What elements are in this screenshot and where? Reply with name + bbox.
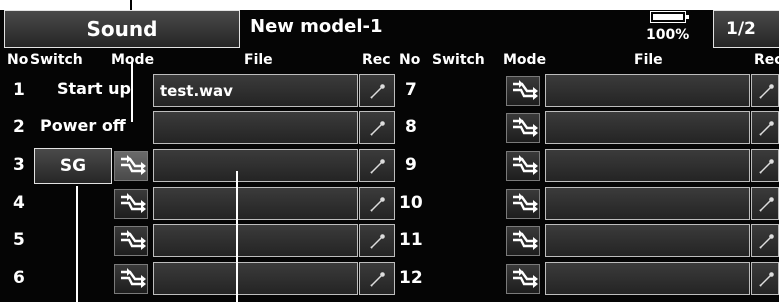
col-switch-right: Switch xyxy=(432,52,485,68)
microphone-icon xyxy=(758,82,776,104)
record-button[interactable] xyxy=(359,224,395,257)
battery-icon xyxy=(650,11,689,23)
microphone-icon xyxy=(369,82,387,104)
screen-title-button[interactable]: Sound xyxy=(4,10,240,48)
file-field[interactable] xyxy=(545,149,750,182)
file-field[interactable] xyxy=(545,262,750,295)
row-number: 2 xyxy=(13,117,25,137)
mode-arrows-icon[interactable] xyxy=(114,264,148,294)
record-button[interactable] xyxy=(359,74,395,107)
col-rec-left: Rec xyxy=(362,52,391,68)
record-button[interactable] xyxy=(359,262,395,295)
mode-arrows-icon[interactable] xyxy=(506,226,540,256)
mode-arrows-icon[interactable] xyxy=(506,189,540,219)
screen-title: Sound xyxy=(86,17,158,41)
switch-label: Power off xyxy=(40,116,126,135)
battery-percent: 100% xyxy=(646,27,690,43)
row-number: 1 xyxy=(13,80,25,100)
file-field[interactable] xyxy=(545,187,750,220)
row-number: 11 xyxy=(399,230,423,250)
switch-select-button[interactable]: SG xyxy=(34,148,112,184)
microphone-icon xyxy=(758,270,776,292)
microphone-icon xyxy=(369,195,387,217)
callout-line-file xyxy=(236,171,238,302)
microphone-icon xyxy=(758,119,776,141)
mode-arrows-icon[interactable] xyxy=(114,151,148,181)
battery-fill xyxy=(653,14,683,20)
record-button[interactable] xyxy=(359,149,395,182)
record-button[interactable] xyxy=(359,111,395,144)
file-field[interactable] xyxy=(545,224,750,257)
col-file-left: File xyxy=(244,52,273,68)
col-no-right: No xyxy=(399,52,421,68)
record-button[interactable] xyxy=(751,111,779,144)
file-field[interactable] xyxy=(153,149,358,182)
record-button[interactable] xyxy=(751,262,779,295)
row-number: 6 xyxy=(13,268,25,288)
microphone-icon xyxy=(758,195,776,217)
file-name: test.wav xyxy=(160,82,233,100)
page-indicator-button[interactable]: 1/2 xyxy=(713,10,779,48)
model-name: New model-1 xyxy=(250,16,383,37)
microphone-icon xyxy=(369,157,387,179)
col-no-left: No xyxy=(7,52,29,68)
mode-arrows-icon[interactable] xyxy=(506,151,540,181)
file-field[interactable] xyxy=(545,111,750,144)
file-field[interactable]: test.wav xyxy=(153,74,358,107)
microphone-icon xyxy=(758,232,776,254)
row-number: 4 xyxy=(13,193,25,213)
record-button[interactable] xyxy=(751,224,779,257)
mode-arrows-icon[interactable] xyxy=(506,113,540,143)
callout-line-switch xyxy=(76,186,78,302)
switch-label: Start up xyxy=(57,79,131,98)
mode-arrows-icon[interactable] xyxy=(114,226,148,256)
mode-arrows-icon[interactable] xyxy=(114,189,148,219)
file-field[interactable] xyxy=(545,74,750,107)
col-mode-right: Mode xyxy=(503,52,547,68)
record-button[interactable] xyxy=(359,187,395,220)
record-button[interactable] xyxy=(751,187,779,220)
switch-name: SG xyxy=(59,156,87,176)
col-file-right: File xyxy=(634,52,663,68)
record-button[interactable] xyxy=(751,74,779,107)
record-button[interactable] xyxy=(751,149,779,182)
file-field[interactable] xyxy=(153,111,358,144)
sound-screen: Sound New model-1 100% 1/2 No Switch Mod… xyxy=(0,0,779,302)
file-field[interactable] xyxy=(153,262,358,295)
microphone-icon xyxy=(369,270,387,292)
battery-indicator: 100% xyxy=(640,9,700,49)
page-indicator: 1/2 xyxy=(726,19,756,39)
row-number: 8 xyxy=(405,117,417,137)
col-rec-right: Rec xyxy=(754,52,779,68)
mode-arrows-icon[interactable] xyxy=(506,76,540,106)
file-field[interactable] xyxy=(153,187,358,220)
microphone-icon xyxy=(369,232,387,254)
file-field[interactable] xyxy=(153,224,358,257)
row-number: 7 xyxy=(405,80,417,100)
microphone-icon xyxy=(369,119,387,141)
mode-arrows-icon[interactable] xyxy=(506,264,540,294)
microphone-icon xyxy=(758,157,776,179)
row-number: 3 xyxy=(13,155,25,175)
row-number: 12 xyxy=(399,268,423,288)
row-number: 10 xyxy=(399,193,423,213)
row-number: 9 xyxy=(405,155,417,175)
callout-line-mode xyxy=(131,62,133,122)
col-switch-left: Switch xyxy=(30,52,83,68)
row-number: 5 xyxy=(13,230,25,250)
